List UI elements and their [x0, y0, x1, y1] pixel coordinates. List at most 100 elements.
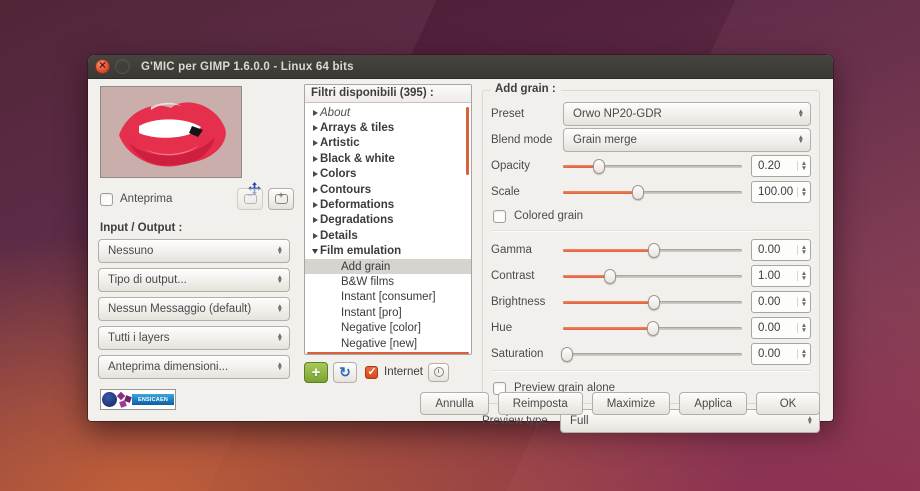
expander-triangle-icon[interactable] — [310, 187, 320, 193]
value-spinbox[interactable]: 0.00 ▲▼ — [751, 317, 811, 339]
spinner-arrows-icon[interactable]: ▲▼ — [797, 349, 810, 359]
filter-item[interactable]: Details — [305, 228, 471, 243]
gmic-dialog-window: G'MIC per GIMP 1.6.0.0 - Linux 64 bits — [88, 55, 833, 421]
spinner-arrows-icon[interactable]: ▲▼ — [797, 271, 810, 281]
expander-triangle-icon[interactable] — [310, 171, 320, 177]
colored-grain-row: Colored grain — [493, 206, 811, 226]
filter-item[interactable]: Arrays & tiles — [305, 120, 471, 135]
refresh-filters-button[interactable]: ↻ — [333, 362, 357, 383]
internet-checkbox[interactable] — [365, 366, 378, 379]
filter-item[interactable]: Black & white — [305, 151, 471, 166]
filter-item[interactable]: Negative [new] — [305, 336, 471, 351]
value-spinbox[interactable]: 0.00 ▲▼ — [751, 291, 811, 313]
filter-item[interactable]: Artistic — [305, 136, 471, 151]
filter-item[interactable]: Colors — [305, 167, 471, 182]
filter-item[interactable]: About — [305, 105, 471, 120]
preview-mode-dropdown[interactable]: Tutti i layers ▲▼ — [98, 326, 290, 350]
dropdown-caret-icon: ▲▼ — [792, 136, 804, 145]
zoom-fit-icon: + — [275, 194, 288, 204]
expander-triangle-icon[interactable] — [310, 217, 320, 223]
preview-image[interactable] — [100, 86, 242, 178]
expander-triangle-icon[interactable] — [310, 110, 320, 116]
expander-triangle-icon[interactable] — [310, 140, 320, 146]
annulla-button[interactable]: Annulla — [420, 392, 488, 415]
spinner-arrows-icon[interactable]: ▲▼ — [797, 161, 810, 171]
slider[interactable] — [563, 345, 742, 363]
filter-item[interactable]: Negative [color] — [305, 320, 471, 335]
preset-label: Preset — [491, 108, 563, 120]
spinner-arrows-icon[interactable]: ▲▼ — [797, 297, 810, 307]
window-title: G'MIC per GIMP 1.6.0.0 - Linux 64 bits — [141, 61, 354, 73]
filter-item[interactable]: Add grain — [305, 259, 471, 274]
slider-thumb[interactable] — [593, 159, 605, 174]
ok-button[interactable]: OK — [756, 392, 820, 415]
preview-type-label: Preview type — [482, 415, 560, 427]
filter-item[interactable]: Instant [consumer] — [305, 290, 471, 305]
list-accent-line — [307, 352, 469, 354]
filter-item[interactable]: Deformations — [305, 197, 471, 212]
panel-title: Add grain : — [490, 83, 561, 95]
slider-thumb[interactable] — [561, 347, 573, 362]
add-fave-button[interactable]: + — [304, 362, 328, 383]
expander-triangle-icon[interactable] — [310, 156, 320, 162]
slider-thumb[interactable] — [647, 321, 659, 336]
value-spinbox[interactable]: 100.00 ▲▼ — [751, 181, 811, 203]
expander-triangle-icon[interactable] — [310, 249, 320, 254]
slider[interactable] — [563, 241, 742, 259]
zoom-out-button[interactable]: − — [237, 188, 263, 210]
filter-item[interactable]: Film emulation — [305, 244, 471, 259]
spinner-arrows-icon[interactable]: ▲▼ — [797, 187, 810, 197]
output-messages-dropdown[interactable]: Nessun Messaggio (default) ▲▼ — [98, 297, 290, 321]
value-spinbox[interactable]: 0.00 ▲▼ — [751, 343, 811, 365]
slider-label: Brightness — [491, 296, 563, 308]
preset-row: Preset Orwo NP20-GDR ▲▼ — [491, 102, 811, 126]
output-type-dropdown[interactable]: Tipo di output... ▲▼ — [98, 268, 290, 292]
colored-grain-checkbox[interactable] — [493, 210, 506, 223]
preview-size-dropdown[interactable]: Anteprima dimensioni... ▲▼ — [98, 355, 290, 379]
slider[interactable] — [563, 157, 742, 175]
expander-triangle-icon[interactable] — [310, 233, 320, 239]
slider-row: Contrast 1.00 ▲▼ — [491, 264, 811, 288]
value-spinbox[interactable]: 0.20 ▲▼ — [751, 155, 811, 177]
spinner-arrows-icon[interactable]: ▲▼ — [797, 323, 810, 333]
slider-thumb[interactable] — [648, 295, 660, 310]
filter-list-header[interactable]: Filtri disponibili (395) : — [305, 85, 471, 103]
settings-panel: Add grain : Preset Orwo NP20-GDR ▲▼ Blen… — [482, 84, 820, 385]
filter-item[interactable]: B&W films — [305, 274, 471, 289]
zoom-fit-button[interactable]: + — [268, 188, 294, 210]
scrollbar-thumb[interactable] — [466, 107, 469, 175]
io-panel: Anteprima − + Input / Output : Nessuno ▲… — [98, 84, 294, 385]
spinner-arrows-icon[interactable]: ▲▼ — [797, 245, 810, 255]
close-icon[interactable] — [95, 59, 110, 74]
slider-label: Opacity — [491, 160, 563, 172]
reimposta-button[interactable]: Reimposta — [498, 392, 583, 415]
zoom-out-icon: − — [244, 194, 257, 204]
applica-button[interactable]: Applica — [679, 392, 747, 415]
update-filters-button[interactable] — [428, 363, 449, 382]
slider-thumb[interactable] — [632, 185, 644, 200]
sliders-top: Opacity 0.20 ▲▼ Scale 100.00 ▲▼ — [491, 154, 811, 204]
dropdown-caret-icon: ▲▼ — [801, 417, 813, 426]
preset-dropdown[interactable]: Orwo NP20-GDR ▲▼ — [563, 102, 811, 126]
filter-item[interactable]: Degradations — [305, 213, 471, 228]
slider-thumb[interactable] — [604, 269, 616, 284]
maximize-button[interactable]: Maximize — [592, 392, 671, 415]
value-spinbox[interactable]: 1.00 ▲▼ — [751, 265, 811, 287]
expander-triangle-icon[interactable] — [310, 125, 320, 131]
slider[interactable] — [563, 293, 742, 311]
slider[interactable] — [563, 267, 742, 285]
filter-item[interactable]: Contours — [305, 182, 471, 197]
value-spinbox[interactable]: 0.00 ▲▼ — [751, 239, 811, 261]
minimize-icon[interactable] — [115, 59, 130, 74]
anteprima-checkbox[interactable] — [100, 193, 113, 206]
slider-thumb[interactable] — [648, 243, 660, 258]
filter-toolbar: + ↻ Internet — [304, 359, 472, 385]
titlebar[interactable]: G'MIC per GIMP 1.6.0.0 - Linux 64 bits — [88, 55, 833, 79]
slider[interactable] — [563, 183, 742, 201]
input-layers-dropdown[interactable]: Nessuno ▲▼ — [98, 239, 290, 263]
expander-triangle-icon[interactable] — [310, 202, 320, 208]
slider-row: Gamma 0.00 ▲▼ — [491, 238, 811, 262]
slider[interactable] — [563, 319, 742, 337]
filter-item[interactable]: Instant [pro] — [305, 305, 471, 320]
blend-mode-dropdown[interactable]: Grain merge ▲▼ — [563, 128, 811, 152]
